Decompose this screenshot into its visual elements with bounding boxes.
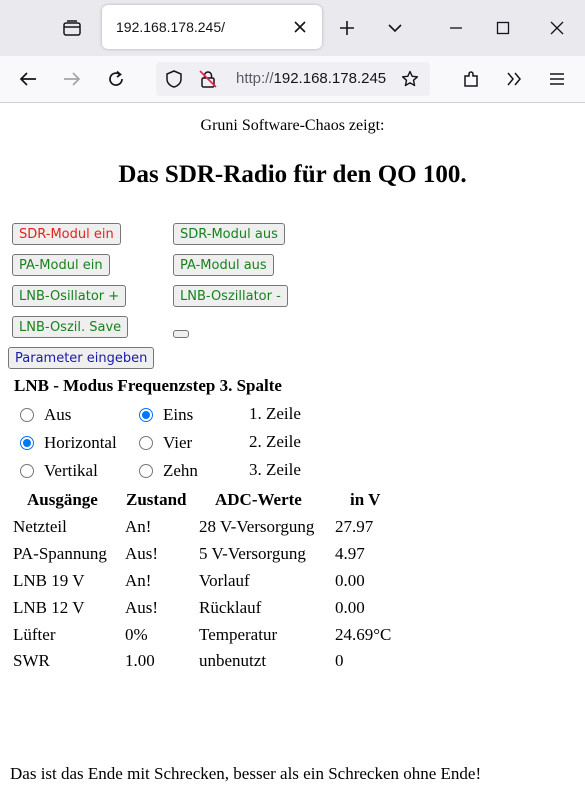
table-cell: Netzteil <box>13 517 67 536</box>
table-cell: An! <box>125 517 152 536</box>
pa-on-button[interactable]: PA-Modul ein <box>12 254 110 276</box>
page-footer-text: Das ist das Ende mit Schrecken, besser a… <box>10 764 482 783</box>
reload-icon[interactable] <box>100 63 132 95</box>
frequenzstep-vier-label: Vier <box>163 433 193 452</box>
table-cell: Temperatur <box>199 625 278 644</box>
tab-list-icon[interactable] <box>52 10 92 46</box>
table-cell: 27.97 <box>335 517 374 536</box>
table-cell: 28 V-Versorgung <box>199 517 315 536</box>
new-tab-plus-icon[interactable] <box>331 12 363 44</box>
tab-bar: 192.168.178.245/ <box>0 0 585 56</box>
frequenzstep-zehn-radio[interactable] <box>139 464 153 478</box>
table-cell: PA-Spannung <box>13 544 107 563</box>
insecure-lock-icon[interactable] <box>192 63 224 95</box>
url-text[interactable]: http://192.168.178.245/ <box>236 70 386 87</box>
page-title: Das SDR-Radio für den QO 100. <box>118 161 467 188</box>
overflow-chevrons-icon[interactable] <box>498 63 530 95</box>
minimize-icon[interactable] <box>440 12 472 44</box>
spalte-zeile-3: 3. Zeile <box>249 460 301 479</box>
lnb-oscillator-minus-button[interactable]: LNB-Oszillator - <box>173 285 288 307</box>
table-cell: LNB 19 V <box>13 571 85 590</box>
frequenzstep-eins-label: Eins <box>163 405 194 424</box>
table-cell: 1.00 <box>125 651 155 670</box>
table-cell: 0 <box>335 651 344 670</box>
tab-close-icon[interactable] <box>290 17 310 37</box>
table-cell: 0% <box>125 625 148 644</box>
chevron-down-icon[interactable] <box>379 12 411 44</box>
table-cell: unbenutzt <box>199 651 267 670</box>
hamburger-menu-icon[interactable] <box>541 63 573 95</box>
table-cell: An! <box>125 571 152 590</box>
lnb-modus-horizontal-radio[interactable] <box>20 436 34 450</box>
table-cell: 4.97 <box>335 544 365 563</box>
table-header-zustand: Zustand <box>126 490 187 509</box>
table-cell: SWR <box>13 651 50 670</box>
close-window-icon[interactable] <box>541 12 573 44</box>
spalte-zeile-2: 2. Zeile <box>249 432 301 451</box>
table-cell: Aus! <box>125 598 159 617</box>
page-subtitle: Gruni Software-Chaos zeigt: <box>200 117 385 134</box>
pa-off-button[interactable]: PA-Modul aus <box>173 254 274 276</box>
lnb-modus-vertikal-radio[interactable] <box>20 464 34 478</box>
parameter-input-button[interactable]: Parameter eingeben <box>8 347 155 369</box>
page-content: Gruni Software-Chaos zeigt: Das SDR-Radi… <box>0 103 585 800</box>
shield-icon[interactable] <box>158 63 190 95</box>
url-bar[interactable]: http://192.168.178.245/ <box>156 62 430 96</box>
table-cell: 0.00 <box>335 571 365 590</box>
table-cell: Aus! <box>125 544 159 563</box>
table-cell: Vorlauf <box>199 571 250 590</box>
bookmark-star-icon[interactable] <box>394 63 426 95</box>
back-arrow-icon[interactable] <box>12 63 44 95</box>
url-host: 192.168.178.245/ <box>273 70 386 87</box>
table-header-in-v: in V <box>350 490 381 509</box>
table-cell: 0.00 <box>335 598 365 617</box>
tab-title: 192.168.178.245/ <box>116 19 225 35</box>
navigation-toolbar: http://192.168.178.245/ <box>0 56 585 103</box>
lnb-oscillator-plus-button[interactable]: LNB-Osillator + <box>12 285 127 307</box>
frequenzstep-vier-radio[interactable] <box>139 436 153 450</box>
lnb-modus-horizontal-label: Horizontal <box>44 433 117 452</box>
table-header-adc-werte: ADC-Werte <box>215 490 302 509</box>
table-cell: Rücklauf <box>199 598 262 617</box>
extensions-puzzle-icon[interactable] <box>455 63 487 95</box>
frequenzstep-zehn-label: Zehn <box>163 461 198 480</box>
browser-tab[interactable]: 192.168.178.245/ <box>102 5 322 49</box>
table-cell: 24.69°C <box>335 625 392 644</box>
table-header-ausgaenge: Ausgänge <box>27 490 98 509</box>
table-cell: LNB 12 V <box>13 598 85 617</box>
lnb-oscillator-save-button[interactable]: LNB-Oszil. Save <box>12 316 129 338</box>
url-scheme: http:// <box>236 70 274 87</box>
forward-arrow-icon[interactable] <box>56 63 88 95</box>
lnb-modus-aus-label: Aus <box>44 405 72 424</box>
table-cell: Lüfter <box>13 625 56 644</box>
lnb-modus-vertikal-label: Vertikal <box>44 461 98 480</box>
radio-section-heading: LNB - Modus Frequenzstep 3. Spalte <box>14 376 282 395</box>
frequenzstep-eins-radio[interactable] <box>139 408 153 422</box>
lnb-modus-aus-radio[interactable] <box>20 408 34 422</box>
table-cell: 5 V-Versorgung <box>199 544 306 563</box>
empty-button[interactable] <box>173 330 189 338</box>
sdr-off-button[interactable]: SDR-Modul aus <box>173 223 285 245</box>
sdr-on-button[interactable]: SDR-Modul ein <box>12 223 121 245</box>
maximize-icon[interactable] <box>487 12 519 44</box>
spalte-zeile-1: 1. Zeile <box>249 404 301 423</box>
